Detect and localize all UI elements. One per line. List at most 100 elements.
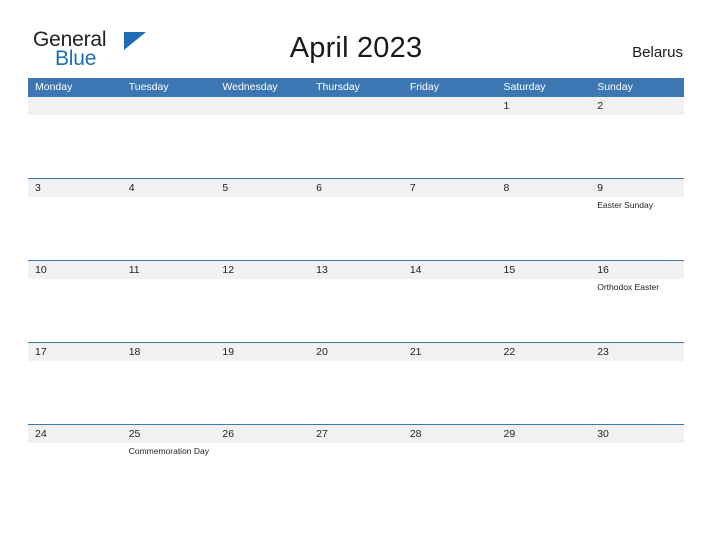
calendar-day-cell[interactable]: 17 bbox=[28, 343, 122, 424]
calendar-day-cell[interactable]: 5 bbox=[215, 179, 309, 260]
day-number bbox=[316, 100, 403, 115]
day-event bbox=[410, 115, 497, 118]
day-event: Commemoration Day bbox=[128, 446, 210, 456]
day-number: 23 bbox=[597, 346, 609, 358]
day-event bbox=[35, 361, 122, 364]
day-number: 27 bbox=[316, 428, 328, 440]
calendar-day-cell[interactable] bbox=[28, 97, 122, 178]
calendar-day-cell[interactable]: 4 bbox=[122, 179, 216, 260]
calendar-day-cell[interactable] bbox=[215, 97, 309, 178]
calendar-day-cell[interactable]: 3 bbox=[28, 179, 122, 260]
day-number: 11 bbox=[128, 264, 140, 276]
day-event bbox=[410, 443, 497, 446]
day-event bbox=[129, 361, 216, 364]
weekday-header-tuesday: Tuesday bbox=[128, 81, 169, 93]
day-number: 18 bbox=[128, 346, 141, 358]
calendar-day-cell[interactable]: 6 bbox=[309, 179, 403, 260]
day-number: 9 bbox=[597, 182, 604, 194]
day-number: 21 bbox=[409, 346, 422, 358]
day-event bbox=[35, 279, 122, 282]
day-number: 24 bbox=[35, 428, 47, 440]
calendar-day-cell[interactable]: 2 bbox=[590, 97, 684, 178]
day-number: 13 bbox=[316, 264, 328, 276]
day-number: 4 bbox=[128, 182, 135, 194]
calendar-day-cell[interactable]: 12 bbox=[215, 261, 309, 342]
day-event bbox=[504, 115, 591, 118]
calendar-day-cell[interactable] bbox=[403, 97, 497, 178]
day-event bbox=[597, 361, 684, 364]
day-event: Easter Sunday bbox=[597, 200, 653, 210]
day-event bbox=[222, 115, 309, 118]
day-event bbox=[222, 279, 309, 282]
day-event bbox=[316, 197, 403, 200]
day-number: 30 bbox=[597, 428, 609, 440]
day-number: 7 bbox=[409, 182, 416, 194]
calendar-week-row: 1 2 bbox=[28, 96, 684, 178]
calendar-day-cell[interactable]: 26 bbox=[215, 425, 309, 506]
calendar-grid: Monday Tuesday Wednesday Thursday Friday… bbox=[28, 78, 684, 506]
day-event bbox=[410, 279, 497, 282]
day-event: Orthodox Easter bbox=[597, 282, 660, 292]
country-label: Belarus bbox=[632, 44, 683, 61]
calendar-day-cell[interactable]: 18 bbox=[122, 343, 216, 424]
calendar-day-cell[interactable] bbox=[122, 97, 216, 178]
day-event bbox=[222, 361, 309, 364]
day-event bbox=[410, 361, 497, 364]
day-number: 8 bbox=[503, 182, 510, 194]
calendar-day-cell[interactable]: 21 bbox=[403, 343, 497, 424]
day-event bbox=[222, 197, 309, 200]
day-event bbox=[504, 279, 591, 282]
day-number bbox=[410, 100, 497, 115]
day-number bbox=[222, 100, 309, 115]
day-event bbox=[504, 361, 591, 364]
day-number: 15 bbox=[503, 264, 516, 276]
day-number: 14 bbox=[409, 264, 422, 276]
calendar-day-cell[interactable]: 13 bbox=[309, 261, 403, 342]
day-number: 6 bbox=[316, 182, 322, 194]
calendar-day-cell[interactable]: 11 bbox=[122, 261, 216, 342]
day-event bbox=[597, 115, 684, 118]
calendar-day-cell[interactable]: 15 bbox=[497, 261, 591, 342]
day-event bbox=[35, 443, 122, 446]
calendar-day-cell[interactable]: 10 bbox=[28, 261, 122, 342]
day-event bbox=[129, 115, 216, 118]
page-title: April 2023 bbox=[289, 32, 423, 64]
calendar-week-row: 3 4 5 6 7 8 9 Easter Sunday bbox=[28, 178, 684, 260]
calendar-day-cell[interactable]: 28 bbox=[403, 425, 497, 506]
day-number bbox=[129, 100, 216, 115]
day-event bbox=[316, 443, 403, 446]
calendar-day-cell[interactable]: 25 Commemoration Day bbox=[122, 425, 216, 506]
calendar-day-cell[interactable]: 23 bbox=[590, 343, 684, 424]
day-number: 2 bbox=[597, 100, 604, 112]
calendar-day-cell[interactable]: 22 bbox=[497, 343, 591, 424]
calendar-day-cell[interactable]: 29 bbox=[497, 425, 591, 506]
day-number: 12 bbox=[222, 264, 235, 276]
page-header: General Blue April 2023 Belarus bbox=[0, 0, 712, 78]
calendar-day-cell[interactable]: 9 Easter Sunday bbox=[590, 179, 684, 260]
weekday-header-row: Monday Tuesday Wednesday Thursday Friday… bbox=[28, 78, 684, 96]
day-number: 17 bbox=[35, 346, 47, 358]
day-number: 26 bbox=[222, 428, 235, 440]
day-event bbox=[316, 361, 403, 364]
calendar-day-cell[interactable]: 7 bbox=[403, 179, 497, 260]
calendar-day-cell[interactable] bbox=[309, 97, 403, 178]
day-number: 3 bbox=[35, 182, 41, 194]
calendar-day-cell[interactable]: 16 Orthodox Easter bbox=[590, 261, 684, 342]
calendar-week-row: 10 11 12 13 14 15 16 Orthodox Easter bbox=[28, 260, 684, 342]
day-event bbox=[316, 115, 403, 118]
calendar-day-cell[interactable]: 27 bbox=[309, 425, 403, 506]
weekday-header-wednesday: Wednesday bbox=[222, 81, 278, 93]
calendar-day-cell[interactable]: 30 bbox=[590, 425, 684, 506]
day-event bbox=[597, 443, 684, 446]
calendar-day-cell[interactable]: 14 bbox=[403, 261, 497, 342]
day-event bbox=[316, 279, 403, 282]
calendar-day-cell[interactable]: 1 bbox=[497, 97, 591, 178]
calendar-day-cell[interactable]: 20 bbox=[309, 343, 403, 424]
calendar-day-cell[interactable]: 19 bbox=[215, 343, 309, 424]
weekday-header-saturday: Saturday bbox=[503, 81, 546, 93]
calendar-week-row: 17 18 19 20 21 22 23 bbox=[28, 342, 684, 424]
weekday-header-thursday: Thursday bbox=[316, 81, 360, 93]
calendar-day-cell[interactable]: 8 bbox=[497, 179, 591, 260]
day-number: 28 bbox=[409, 428, 422, 440]
calendar-day-cell[interactable]: 24 bbox=[28, 425, 122, 506]
